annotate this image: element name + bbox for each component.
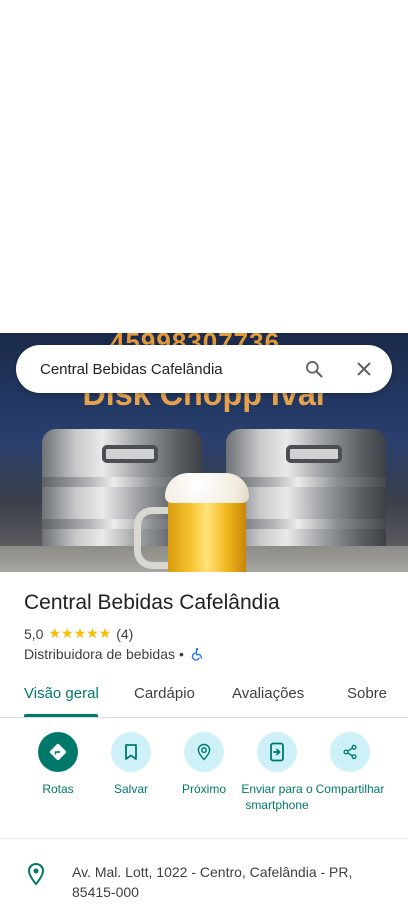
review-count: (4) xyxy=(116,625,134,642)
address-row[interactable]: Av. Mal. Lott, 1022 - Centro, Cafelândia… xyxy=(24,862,372,902)
place-title: Central Bebidas Cafelândia xyxy=(24,591,280,614)
tab-bar: Visão geral Cardápio Avaliações Sobre xyxy=(0,674,408,718)
send-to-phone-button[interactable]: Enviar para o smartphone xyxy=(240,732,314,813)
star-rating-icon: ★★★★★ xyxy=(48,625,112,641)
save-button[interactable]: Salvar xyxy=(94,732,168,797)
send-to-phone-icon xyxy=(257,732,297,772)
category-label: Distribuidora de bebidas xyxy=(24,646,175,662)
category-row: Distribuidora de bebidas • xyxy=(24,646,204,662)
nearby-icon xyxy=(184,732,224,772)
nearby-label: Próximo xyxy=(181,782,226,796)
share-label: Compartilhar xyxy=(315,782,385,796)
separator: • xyxy=(178,646,184,662)
close-icon[interactable] xyxy=(353,358,375,380)
rating-value: 5,0 xyxy=(24,625,44,642)
save-label: Salvar xyxy=(113,782,148,796)
search-icon[interactable] xyxy=(303,358,325,380)
rating-row[interactable]: 5,0 ★★★★★ (4) xyxy=(24,625,133,642)
search-bar[interactable]: Central Bebidas Cafelândia xyxy=(16,345,392,393)
nearby-button[interactable]: Próximo xyxy=(167,732,241,797)
divider xyxy=(0,838,408,839)
share-button[interactable]: Compartilhar xyxy=(313,732,387,797)
tab-menu[interactable]: Cardápio xyxy=(134,685,195,702)
address-text: Av. Mal. Lott, 1022 - Centro, Cafelândia… xyxy=(72,864,353,900)
wheelchair-icon xyxy=(190,647,204,661)
tab-overview[interactable]: Visão geral xyxy=(24,685,99,702)
share-icon xyxy=(330,732,370,772)
send-to-phone-label: Enviar para o smartphone xyxy=(241,782,313,812)
tab-about[interactable]: Sobre xyxy=(347,685,387,702)
directions-label: Rotas xyxy=(42,782,74,796)
search-input[interactable]: Central Bebidas Cafelândia xyxy=(16,361,303,378)
bookmark-icon xyxy=(111,732,151,772)
directions-button[interactable]: Rotas xyxy=(21,732,95,797)
directions-icon xyxy=(38,732,78,772)
tab-reviews[interactable]: Avaliações xyxy=(232,685,304,702)
beer-foam xyxy=(165,473,249,503)
place-page: 45998307736 Disk Chopp Ivar Central Bebi… xyxy=(0,0,408,906)
active-tab-indicator xyxy=(24,714,98,717)
location-pin-icon xyxy=(24,862,48,886)
